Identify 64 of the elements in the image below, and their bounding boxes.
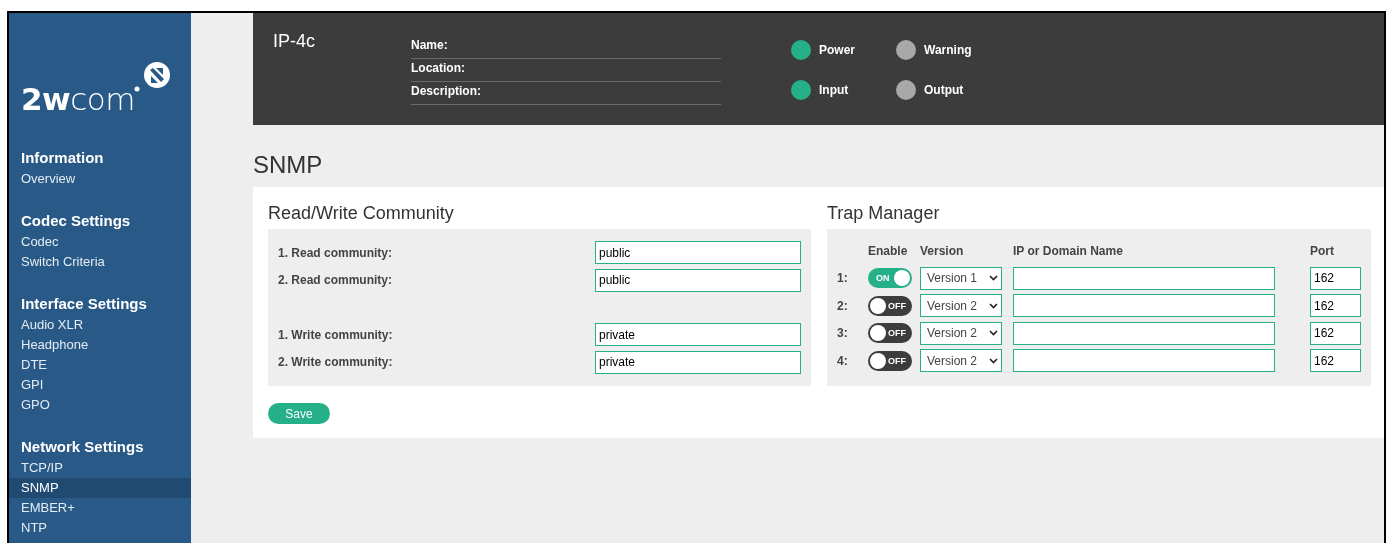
- status-label: Output: [924, 83, 964, 97]
- nav-item[interactable]: Codec: [9, 232, 191, 252]
- device-name: IP-4c: [272, 30, 316, 53]
- row-number: 3:: [837, 326, 849, 340]
- version-dropdown[interactable]: Version 2: [920, 349, 1002, 372]
- field-label: 2. Read community:: [278, 273, 393, 288]
- input-field[interactable]: private: [595, 350, 801, 374]
- nav-item[interactable]: TCP/IP: [9, 458, 191, 478]
- field-label: Location:: [411, 60, 721, 82]
- field-label: 2. Write community:: [278, 355, 393, 370]
- nav-item[interactable]: GPO: [9, 395, 191, 415]
- field-label: 1. Read community:: [278, 245, 393, 260]
- logo-text: 2wcom: [21, 84, 135, 115]
- section-title: Trap Manager: [827, 203, 941, 224]
- field-label: 1. Write community:: [278, 327, 393, 342]
- input-field[interactable]: 162: [1310, 321, 1361, 345]
- page-title: SNMP: [253, 150, 324, 180]
- input-field[interactable]: [1013, 266, 1275, 290]
- nav-group-title: Information: [20, 149, 105, 166]
- toggle-switch[interactable]: OFF: [868, 295, 912, 316]
- toggle-switch[interactable]: OFF: [868, 323, 912, 343]
- nav-item[interactable]: GPI: [9, 375, 191, 395]
- version-dropdown[interactable]: Version 2: [920, 294, 1002, 317]
- version-dropdown[interactable]: Version 1: [920, 266, 1002, 290]
- input-field[interactable]: 162: [1310, 349, 1361, 372]
- chevron-icon: [989, 275, 998, 281]
- input-field[interactable]: public: [595, 241, 801, 265]
- input-field[interactable]: [1013, 321, 1275, 345]
- chevron-icon: [989, 302, 998, 309]
- chevron-icon: [989, 330, 998, 336]
- status-label: Input: [819, 83, 849, 97]
- nav-item[interactable]: DTE: [9, 355, 191, 375]
- field-label: Name:: [411, 37, 721, 59]
- field-label: Description:: [411, 83, 721, 105]
- column-header: Version: [920, 244, 965, 260]
- nav-group-title: Network Settings: [20, 438, 145, 455]
- nav-item[interactable]: NTP: [9, 518, 191, 538]
- logo-icon: [132, 61, 171, 93]
- column-header: IP or Domain Name: [1013, 244, 1124, 260]
- version-dropdown[interactable]: Version 2: [920, 321, 1002, 345]
- nav-item[interactable]: Headphone: [9, 335, 191, 355]
- row-number: 1:: [837, 271, 849, 285]
- nav-item[interactable]: Audio XLR: [9, 315, 191, 335]
- nav-group-title: Interface Settings: [20, 295, 148, 312]
- nav-group-title: Codec Settings: [20, 212, 132, 229]
- status-label: Warning: [924, 43, 972, 57]
- nav-item[interactable]: EMBER+: [9, 498, 191, 518]
- input-field[interactable]: [1013, 294, 1275, 317]
- nav-item[interactable]: SNMP: [9, 478, 191, 498]
- section-title: Read/Write Community: [268, 203, 455, 224]
- column-header: Enable: [868, 244, 909, 260]
- input-field[interactable]: [1013, 349, 1275, 372]
- nav-item[interactable]: Overview: [9, 169, 191, 189]
- chevron-icon: [989, 357, 998, 364]
- status-label: Power: [819, 43, 855, 57]
- input-field[interactable]: 162: [1310, 266, 1361, 290]
- row-number: 4:: [837, 353, 849, 368]
- row-number: 2:: [837, 298, 849, 313]
- input-field[interactable]: public: [595, 268, 801, 292]
- input-field[interactable]: 162: [1310, 294, 1361, 317]
- nav-item[interactable]: Switch Criteria: [9, 252, 191, 272]
- toggle-switch[interactable]: OFF: [868, 350, 912, 371]
- column-header: Port: [1310, 244, 1335, 260]
- input-field[interactable]: private: [595, 323, 801, 347]
